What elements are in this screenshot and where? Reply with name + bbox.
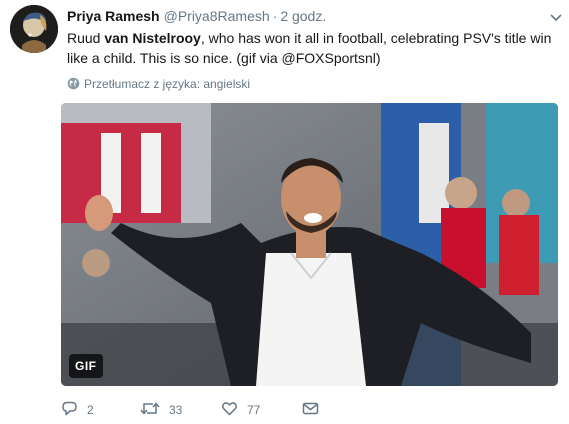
timestamp-link[interactable]: 2 godz. [280,8,326,24]
globe-icon [67,77,80,94]
translate-label: Przetłumacz z języka: angielski [84,77,251,91]
author-name[interactable]: Priya Ramesh [67,8,160,24]
author-handle[interactable]: @Priya8Ramesh [164,8,270,24]
gif-badge: GIF [69,354,103,378]
chevron-down-icon[interactable] [549,10,563,22]
like-count: 77 [247,403,261,417]
gif-media[interactable]: GIF [61,103,558,386]
heart-icon [221,400,238,420]
tweet[interactable]: Priya Ramesh @Priya8Ramesh · 2 godz. Ruud v… [0,0,569,424]
tweet-text: Ruud van Nistelrooy, who has won it all … [67,28,559,68]
tweet-header: Priya Ramesh @Priya8Ramesh · 2 godz. [67,7,326,25]
reply-button[interactable]: 2 [61,399,94,421]
separator-dot: · [272,8,278,24]
reply-count: 2 [87,403,94,417]
translate-link[interactable]: Przetłumacz z języka: angielski [67,76,250,94]
tweet-text-bold: van Nistelrooy [104,30,201,46]
tweet-actions: 2 33 77 [61,399,361,421]
avatar[interactable] [10,5,58,53]
retweet-icon [140,400,160,420]
envelope-icon [302,400,319,420]
reply-icon [61,400,78,420]
gif-frame-image [61,103,558,386]
like-button[interactable]: 77 [221,399,260,421]
tweet-text-start: Ruud [67,30,105,46]
direct-message-button[interactable] [302,399,319,421]
retweet-button[interactable]: 33 [140,399,182,421]
retweet-count: 33 [169,403,183,417]
